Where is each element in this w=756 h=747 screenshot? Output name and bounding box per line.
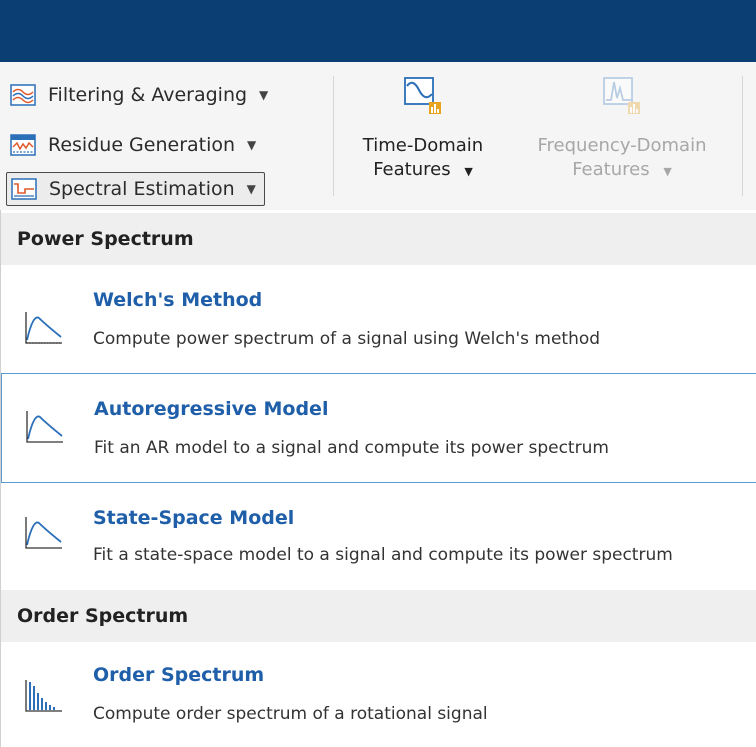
menu-item-title: Welch's Method xyxy=(93,289,263,311)
frequency-domain-label-line2: Features xyxy=(572,159,650,180)
chevron-down-icon: ▼ xyxy=(246,182,256,196)
chevron-down-icon: ▼ xyxy=(247,138,257,152)
ribbon-separator xyxy=(742,76,743,196)
menu-item-autoregressive-model[interactable]: Autoregressive Model Fit an AR model to … xyxy=(1,373,756,483)
menu-item-order-spectrum[interactable]: Order Spectrum Compute order spectrum of… xyxy=(1,650,756,747)
ribbon-separator xyxy=(333,76,334,196)
chevron-down-icon: ▼ xyxy=(259,88,269,102)
menu-item-title: State-Space Model xyxy=(93,507,295,529)
menu-item-description: Compute power spectrum of a signal using… xyxy=(93,329,601,349)
power-spectrum-icon xyxy=(24,407,66,445)
residue-generation-icon xyxy=(10,134,36,156)
menu-item-description: Compute order spectrum of a rotational s… xyxy=(93,704,488,724)
power-spectrum-icon xyxy=(23,513,65,551)
menu-item-description: Fit a state-space model to a signal and … xyxy=(93,545,673,565)
frequency-domain-features-button: Frequency-Domain Features ▼ xyxy=(512,76,732,184)
chevron-down-icon: ▼ xyxy=(464,165,473,178)
menu-item-description: Fit an AR model to a signal and compute … xyxy=(94,438,609,458)
menu-item-state-space-model[interactable]: State-Space Model Fit a state-space mode… xyxy=(1,483,756,593)
time-domain-label-line2: Features xyxy=(373,159,451,180)
ribbon-toolbar: Filtering & Averaging ▼ Residue Generati… xyxy=(0,62,756,210)
residue-generation-button[interactable]: Residue Generation ▼ xyxy=(6,128,264,162)
spectral-estimation-dropdown: Power Spectrum Welch's Method Compute po… xyxy=(0,210,756,747)
menu-item-title: Order Spectrum xyxy=(93,664,265,686)
frequency-domain-features-icon xyxy=(602,76,642,116)
chevron-down-icon: ▼ xyxy=(663,165,672,178)
spectral-estimation-button[interactable]: Spectral Estimation ▼ xyxy=(6,172,265,206)
title-bar xyxy=(0,0,756,62)
section-header-order-spectrum: Order Spectrum xyxy=(1,590,756,642)
menu-item-welchs-method[interactable]: Welch's Method Compute power spectrum of… xyxy=(1,275,756,385)
order-spectrum-icon xyxy=(23,676,65,714)
time-domain-features-icon xyxy=(403,76,443,116)
filtering-averaging-label: Filtering & Averaging xyxy=(48,84,248,106)
time-domain-label-line1: Time-Domain xyxy=(362,135,484,156)
frequency-domain-label-line1: Frequency-Domain xyxy=(537,135,707,156)
time-domain-features-button[interactable]: Time-Domain Features ▼ xyxy=(348,76,498,184)
filtering-averaging-icon xyxy=(10,84,36,106)
spectral-estimation-icon xyxy=(11,178,37,200)
power-spectrum-icon xyxy=(23,308,65,346)
filtering-averaging-button[interactable]: Filtering & Averaging ▼ xyxy=(6,78,276,112)
section-header-power-spectrum: Power Spectrum xyxy=(1,213,756,265)
spectral-estimation-label: Spectral Estimation xyxy=(49,178,235,200)
menu-item-title: Autoregressive Model xyxy=(94,398,329,420)
residue-generation-label: Residue Generation xyxy=(48,134,236,156)
